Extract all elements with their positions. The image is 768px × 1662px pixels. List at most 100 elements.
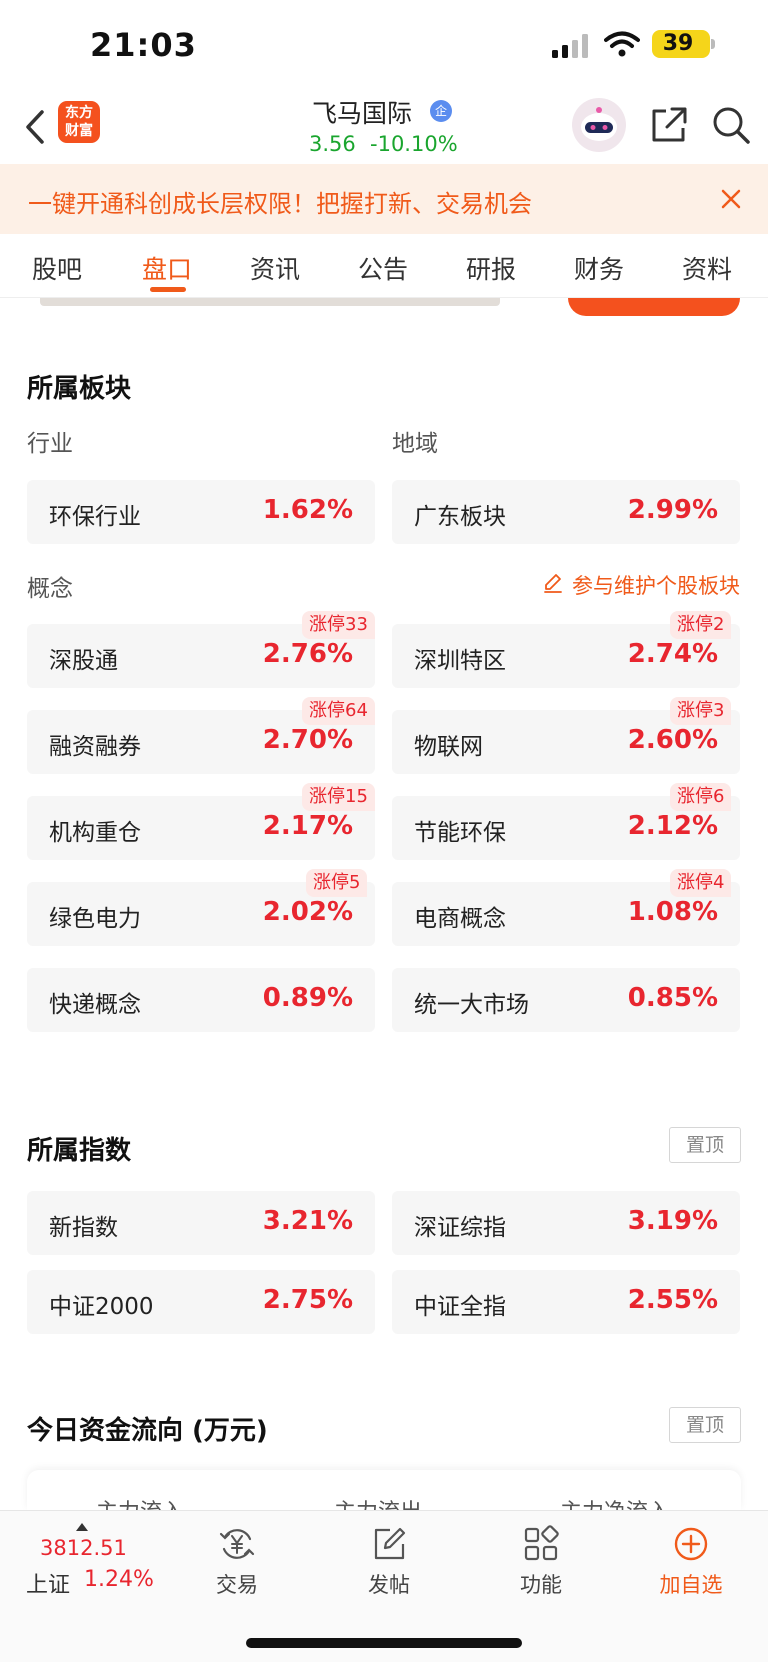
concept-change: 2.17% bbox=[262, 811, 353, 841]
sector-change: 2.99% bbox=[627, 495, 718, 525]
concept-name: 节能环保 bbox=[414, 820, 506, 846]
caret-up-icon bbox=[76, 1523, 88, 1531]
concept-change: 1.08% bbox=[627, 897, 718, 927]
sector-name: 环保行业 bbox=[49, 504, 141, 530]
stock-header: 东方 财富 飞马国际 企 3.56 -10.10% bbox=[0, 92, 768, 164]
app-logo-line2: 财富 bbox=[65, 123, 93, 139]
industry-card[interactable]: 环保行业 1.62% bbox=[27, 480, 375, 544]
nav-add-watchlist[interactable]: 加自选 bbox=[636, 1521, 746, 1611]
index-card[interactable]: 中证全指 2.55% bbox=[392, 1270, 740, 1334]
index-name: 中证全指 bbox=[414, 1294, 506, 1320]
search-icon[interactable] bbox=[710, 104, 752, 146]
nav-post[interactable]: 发帖 bbox=[334, 1521, 444, 1611]
index-value: 3812.51 bbox=[40, 1536, 127, 1560]
scrolled-content-edge bbox=[40, 298, 500, 306]
edit-icon[interactable] bbox=[542, 572, 564, 594]
sector-name: 广东板块 bbox=[414, 504, 506, 530]
tab-profile[interactable]: 资料 bbox=[682, 250, 732, 286]
index-change: 3.19% bbox=[627, 1206, 718, 1236]
concept-label: 概念 bbox=[27, 576, 73, 602]
pin-fund-flow-button[interactable]: 置顶 bbox=[669, 1407, 741, 1443]
concept-name: 深股通 bbox=[49, 648, 118, 674]
index-change: 2.55% bbox=[627, 1285, 718, 1315]
signal-icon bbox=[552, 34, 588, 58]
concept-change: 2.02% bbox=[262, 897, 353, 927]
enterprise-badge: 企 bbox=[430, 100, 452, 122]
concept-name: 快递概念 bbox=[49, 992, 141, 1018]
concept-change: 2.60% bbox=[627, 725, 718, 755]
battery-level: 39 bbox=[662, 31, 694, 56]
index-card[interactable]: 中证2000 2.75% bbox=[27, 1270, 375, 1334]
battery-icon: 39 bbox=[652, 30, 710, 58]
concept-card[interactable]: 快递概念 0.89% bbox=[27, 968, 375, 1032]
pin-indices-button[interactable]: 置顶 bbox=[669, 1127, 741, 1163]
limit-up-badge: 涨停2 bbox=[670, 611, 732, 639]
scrolled-button-edge bbox=[568, 298, 740, 316]
home-indicator[interactable] bbox=[246, 1638, 522, 1648]
limit-up-badge: 涨停15 bbox=[302, 783, 375, 811]
index-name: 中证2000 bbox=[49, 1294, 154, 1320]
index-name: 上证 bbox=[26, 1573, 71, 1598]
tab-research[interactable]: 研报 bbox=[466, 250, 516, 286]
nav-label: 发帖 bbox=[368, 1573, 410, 1597]
index-change: 2.75% bbox=[262, 1285, 353, 1315]
tab-news[interactable]: 资讯 bbox=[250, 250, 300, 286]
tab-pankou[interactable]: 盘口 bbox=[142, 250, 192, 286]
concept-name: 统一大市场 bbox=[414, 992, 529, 1018]
assistant-robot-icon[interactable] bbox=[572, 98, 626, 152]
limit-up-badge: 涨停33 bbox=[302, 611, 375, 639]
edit-post-icon bbox=[374, 1527, 406, 1560]
maintain-sectors-link[interactable]: 参与维护个股板块 bbox=[572, 570, 740, 600]
back-arrow-icon[interactable] bbox=[20, 102, 50, 152]
limit-up-badge: 涨停3 bbox=[670, 697, 732, 725]
concept-change: 0.89% bbox=[262, 983, 353, 1013]
fund-flow-title: 今日资金流向 (万元) bbox=[27, 1416, 268, 1446]
index-name: 新指数 bbox=[49, 1215, 118, 1241]
promo-text: 一键开通科创成长层权限！把握打新、交易机会 bbox=[28, 190, 532, 218]
active-tab-indicator bbox=[150, 287, 186, 292]
index-change: 1.24% bbox=[84, 1567, 154, 1592]
concept-name: 深圳特区 bbox=[414, 648, 506, 674]
share-icon[interactable] bbox=[648, 104, 690, 146]
concept-card[interactable]: 统一大市场 0.85% bbox=[392, 968, 740, 1032]
sectors-title: 所属板块 bbox=[27, 374, 132, 404]
tab-announcements[interactable]: 公告 bbox=[358, 250, 408, 286]
tab-guba[interactable]: 股吧 bbox=[32, 250, 82, 286]
limit-up-badge: 涨停6 bbox=[670, 783, 732, 811]
concept-name: 融资融券 bbox=[49, 734, 141, 760]
nav-trade[interactable]: 交易 bbox=[182, 1521, 292, 1611]
sector-change: 1.62% bbox=[262, 495, 353, 525]
wifi-icon bbox=[604, 31, 640, 57]
app-logo[interactable]: 东方 财富 bbox=[58, 101, 100, 143]
concept-change: 0.85% bbox=[627, 983, 718, 1013]
index-change: 3.21% bbox=[262, 1206, 353, 1236]
stock-name: 飞马国际 bbox=[312, 99, 413, 128]
nav-label: 加自选 bbox=[659, 1573, 723, 1597]
promo-banner[interactable]: 一键开通科创成长层权限！把握打新、交易机会 bbox=[0, 164, 768, 234]
concept-name: 绿色电力 bbox=[49, 906, 141, 932]
battery-cap bbox=[711, 39, 715, 49]
limit-up-badge: 涨停64 bbox=[302, 697, 375, 725]
grid-icon bbox=[524, 1525, 559, 1561]
region-card[interactable]: 广东板块 2.99% bbox=[392, 480, 740, 544]
stock-price: 3.56 bbox=[309, 132, 356, 156]
concept-change: 2.70% bbox=[262, 725, 353, 755]
index-name: 深证综指 bbox=[414, 1215, 506, 1241]
concept-change: 2.12% bbox=[627, 811, 718, 841]
close-icon[interactable] bbox=[718, 186, 744, 212]
index-card[interactable]: 深证综指 3.19% bbox=[392, 1191, 740, 1255]
limit-up-badge: 涨停5 bbox=[306, 869, 368, 897]
index-card[interactable]: 新指数 3.21% bbox=[27, 1191, 375, 1255]
industry-label: 行业 bbox=[27, 431, 73, 457]
concept-name: 物联网 bbox=[414, 734, 483, 760]
tab-finance[interactable]: 财务 bbox=[574, 250, 624, 286]
status-bar: 21:03 39 bbox=[0, 0, 768, 92]
limit-up-badge: 涨停4 bbox=[670, 869, 732, 897]
stock-change: -10.10% bbox=[370, 132, 458, 156]
nav-functions[interactable]: 功能 bbox=[486, 1521, 596, 1611]
concept-name: 电商概念 bbox=[414, 906, 506, 932]
nav-label: 交易 bbox=[216, 1573, 258, 1597]
concept-change: 2.74% bbox=[627, 639, 718, 669]
status-time: 21:03 bbox=[90, 26, 197, 64]
region-label: 地域 bbox=[392, 431, 438, 457]
